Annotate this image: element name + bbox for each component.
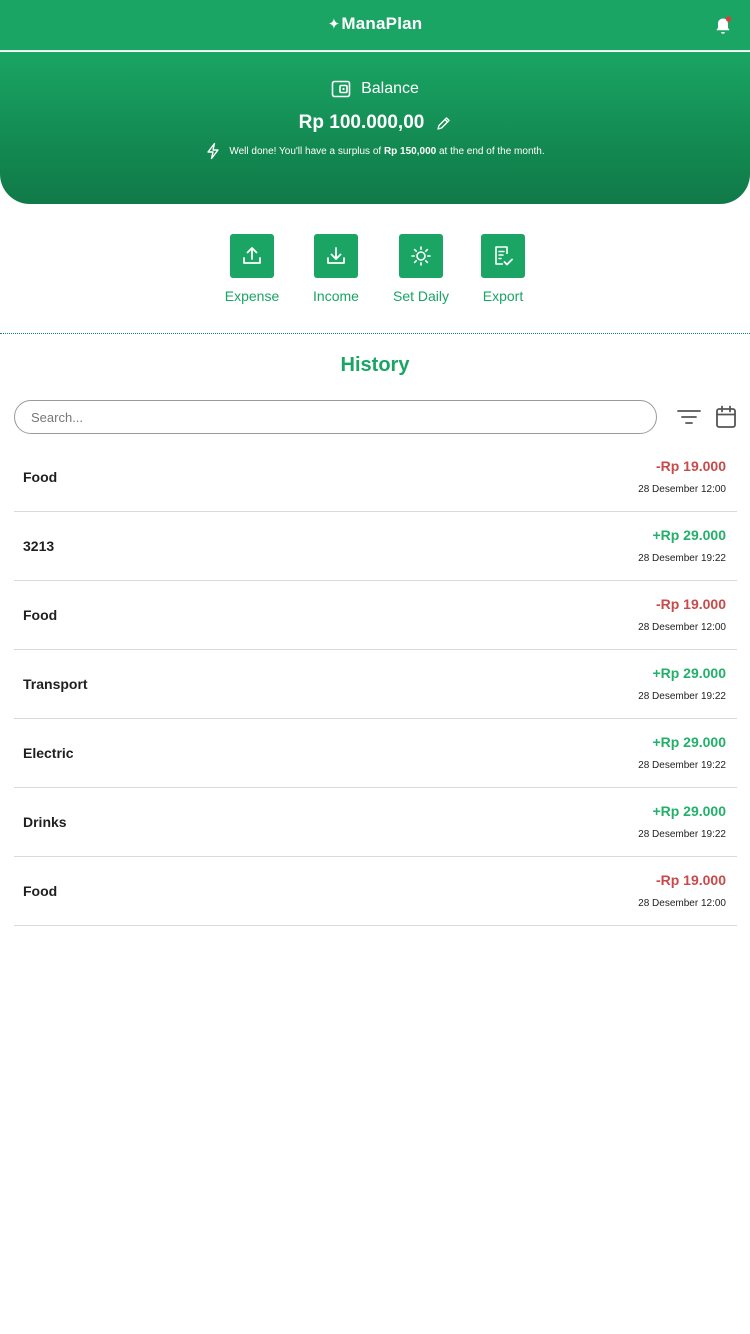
- history-item-amount: +Rp 29.000: [652, 527, 726, 543]
- balance-label: Balance: [361, 80, 419, 97]
- history-item-amount: -Rp 19.000: [655, 872, 726, 888]
- brand-name: ManaPlan: [341, 14, 423, 33]
- sun-icon: [411, 246, 431, 266]
- history-item[interactable]: Transport +Rp 29.000 28 Desember 19:22: [14, 650, 737, 719]
- history-item-date: 28 Desember 12:00: [638, 484, 726, 495]
- expense-label: Expense: [224, 288, 280, 304]
- history-item-name: Electric: [23, 745, 74, 761]
- set-daily-button[interactable]: Set Daily: [381, 234, 461, 304]
- sparkle-icon: ✦: [327, 16, 341, 33]
- history-item-date: 28 Desember 19:22: [638, 691, 726, 702]
- set-daily-label: Set Daily: [392, 288, 450, 304]
- history-item-name: Transport: [23, 676, 88, 692]
- surplus-suffix: at the end of the month.: [439, 145, 545, 157]
- edit-pencil-icon[interactable]: [436, 116, 451, 131]
- history-item[interactable]: Food -Rp 19.000 28 Desember 12:00: [14, 857, 737, 926]
- history-item-name: Food: [23, 607, 58, 623]
- surplus-prefix: Well done! You'll have a surplus of: [229, 145, 382, 157]
- lightning-icon: [207, 142, 220, 160]
- income-button[interactable]: Income: [296, 234, 376, 304]
- top-bar: ✦ManaPlan: [0, 0, 750, 51]
- history-item-name: 3213: [23, 538, 55, 554]
- export-document-icon: [495, 246, 513, 266]
- history-item-date: 28 Desember 12:00: [638, 898, 726, 909]
- download-icon: [327, 247, 345, 264]
- balance-card: Balance Rp 100.000,00 Well done! You'll …: [0, 52, 750, 204]
- section-divider: [0, 333, 750, 334]
- filter-icon[interactable]: [676, 407, 702, 427]
- history-item-amount: +Rp 29.000: [652, 665, 726, 681]
- notification-dot: [725, 16, 732, 22]
- set-daily-button-tile[interactable]: [399, 234, 443, 278]
- history-item[interactable]: 3213 +Rp 29.000 28 Desember 19:22: [14, 512, 737, 581]
- history-item[interactable]: Food -Rp 19.000 28 Desember 12:00: [14, 581, 737, 650]
- search-input[interactable]: [14, 400, 657, 434]
- surplus-amount: Rp 150,000: [383, 145, 437, 157]
- expense-button-tile[interactable]: [230, 234, 274, 278]
- balance-amount: Rp 100.000,00: [298, 112, 425, 133]
- history-item-date: 28 Desember 19:22: [638, 760, 726, 771]
- history-item-amount: +Rp 29.000: [652, 803, 726, 819]
- history-item[interactable]: Drinks +Rp 29.000 28 Desember 19:22: [14, 788, 737, 857]
- income-button-tile[interactable]: [314, 234, 358, 278]
- upload-icon: [243, 247, 261, 264]
- history-item-amount: -Rp 19.000: [655, 596, 726, 612]
- history-item-name: Food: [23, 883, 58, 899]
- history-title: History: [340, 354, 410, 376]
- export-button-tile[interactable]: [481, 234, 525, 278]
- history-item-name: Food: [23, 469, 58, 485]
- history-item-amount: -Rp 19.000: [655, 458, 726, 474]
- history-item-amount: +Rp 29.000: [652, 734, 726, 750]
- notification-bell-icon[interactable]: [714, 16, 732, 36]
- surplus-message: Well done! You'll have a surplus of Rp 1…: [0, 142, 750, 160]
- history-item-name: Drinks: [23, 814, 67, 830]
- export-label: Export: [482, 288, 524, 304]
- brand-logo: ✦ManaPlan: [0, 14, 750, 34]
- income-label: Income: [313, 288, 359, 304]
- history-item[interactable]: Electric +Rp 29.000 28 Desember 19:22: [14, 719, 737, 788]
- calendar-icon[interactable]: [715, 405, 737, 429]
- quick-actions: Expense Income Set Daily Export: [0, 234, 750, 306]
- wallet-icon: [331, 80, 351, 98]
- history-item-date: 28 Desember 19:22: [638, 553, 726, 564]
- expense-button[interactable]: Expense: [212, 234, 292, 304]
- export-button[interactable]: Export: [463, 234, 543, 304]
- history-list: Food -Rp 19.000 28 Desember 12:00 3213 +…: [14, 443, 737, 926]
- history-item-date: 28 Desember 19:22: [638, 829, 726, 840]
- history-item[interactable]: Food -Rp 19.000 28 Desember 12:00: [14, 443, 737, 512]
- history-item-date: 28 Desember 12:00: [638, 622, 726, 633]
